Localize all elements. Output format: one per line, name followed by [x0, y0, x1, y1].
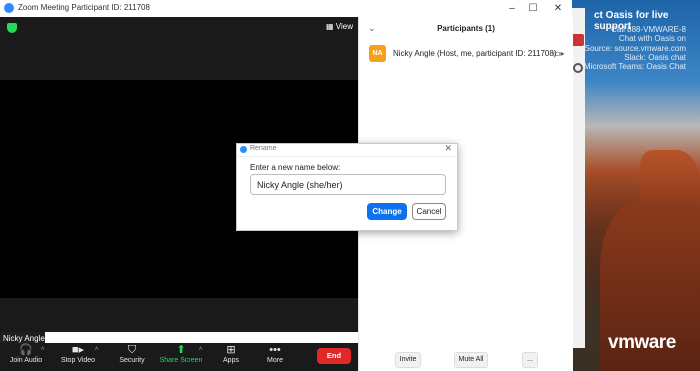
maximize-button[interactable]: ☐: [523, 1, 543, 16]
join-audio-button[interactable]: 🎧 Join Audio: [8, 343, 44, 364]
more-button[interactable]: ••• More: [262, 343, 288, 364]
more-label: More: [267, 357, 283, 364]
share-screen-button[interactable]: ⬆ Share Screen: [158, 343, 204, 364]
zoom-logo-icon: [4, 3, 14, 13]
participants-header: ⌄ Participants (1): [359, 17, 573, 41]
invite-button[interactable]: Invite: [395, 352, 421, 368]
mute-all-button[interactable]: Mute All: [454, 352, 488, 368]
change-button[interactable]: Change: [367, 203, 407, 220]
view-button[interactable]: ▦ View: [326, 22, 353, 31]
share-screen-icon: ⬆: [176, 344, 186, 356]
share-options-caret-icon[interactable]: ^: [199, 347, 202, 354]
video-camera-icon: ■▸: [71, 344, 85, 356]
apps-button[interactable]: ⊞ Apps: [218, 343, 244, 364]
participant-row[interactable]: NA Nicky Angle (Host, me, participant ID…: [369, 45, 569, 63]
rename-prompt: Enter a new name below:: [250, 163, 341, 172]
oasis-line: Call 888-VMWARE-8: [611, 25, 686, 34]
apps-icon: ⊞: [226, 344, 236, 356]
video-options-caret-icon[interactable]: ^: [95, 347, 98, 354]
side-app-strip: [571, 8, 585, 348]
headphones-icon: 🎧: [19, 344, 33, 356]
app-icon[interactable]: [572, 34, 584, 46]
encryption-shield-icon[interactable]: [7, 23, 17, 33]
vmware-logo: vmware: [608, 332, 676, 353]
meeting-toolbar: 🎧 Join Audio ^ ■▸ Stop Video ^ ⛉ Securit…: [0, 343, 358, 371]
oasis-line: Chat with Oasis on: [618, 34, 686, 43]
view-label: View: [335, 22, 353, 31]
close-button[interactable]: ✕: [548, 1, 568, 16]
participants-title: Participants (1): [437, 24, 495, 33]
dialog-title: Rename: [250, 145, 277, 152]
oasis-line: Source: source.vmware.com: [584, 44, 686, 53]
title-bar: Zoom Meeting Participant ID: 211708 – ☐ …: [0, 0, 572, 18]
apps-label: Apps: [223, 357, 239, 364]
security-button[interactable]: ⛉ Security: [116, 343, 148, 364]
close-icon[interactable]: ✕: [444, 143, 452, 154]
participants-footer: Invite Mute All ...: [359, 349, 573, 371]
grid-icon: ▦: [326, 22, 334, 31]
security-label: Security: [119, 357, 145, 364]
oasis-line: Microsoft Teams: Oasis Chat: [583, 62, 686, 71]
dialog-title-bar: Rename ✕: [237, 143, 457, 157]
stop-video-button[interactable]: ■▸ Stop Video: [58, 343, 98, 364]
new-name-input[interactable]: Nicky Angle (she/her): [250, 174, 446, 195]
zoom-logo-icon: [240, 146, 247, 153]
end-meeting-button[interactable]: End: [317, 348, 351, 364]
join-audio-label: Join Audio: [9, 357, 43, 364]
shield-icon: ⛉: [127, 344, 137, 356]
oasis-line: Slack: Oasis chat: [624, 53, 686, 62]
video-camera-icon: ▭▸: [553, 49, 565, 58]
gear-icon[interactable]: [573, 63, 583, 73]
participant-name: Nicky Angle (Host, me, participant ID: 2…: [393, 49, 557, 58]
share-screen-label: Share Screen: [159, 357, 203, 364]
avatar: NA: [369, 45, 386, 62]
stop-video-label: Stop Video: [60, 357, 96, 364]
cancel-button[interactable]: Cancel: [412, 203, 446, 220]
more-icon: •••: [269, 344, 281, 356]
minimize-button[interactable]: –: [502, 1, 522, 16]
audio-options-caret-icon[interactable]: ^: [41, 347, 44, 354]
more-options-button[interactable]: ...: [522, 352, 538, 368]
window-title: Zoom Meeting Participant ID: 211708: [18, 3, 150, 12]
rename-dialog: Rename ✕ Enter a new name below: Nicky A…: [236, 143, 458, 231]
